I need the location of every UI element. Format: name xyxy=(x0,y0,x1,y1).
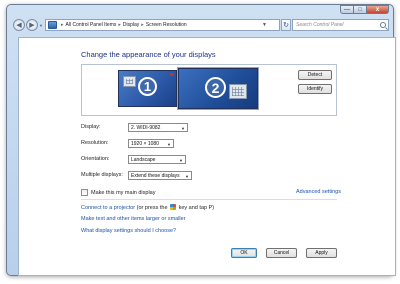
minimize-button[interactable]: — xyxy=(340,5,354,14)
monitor-number: 1 xyxy=(138,77,157,96)
maximize-button[interactable]: □ xyxy=(354,5,367,14)
monitor-thumbnail-icon xyxy=(123,76,136,87)
detect-button[interactable]: Detect xyxy=(298,70,332,80)
orientation-value: Landscape xyxy=(131,156,156,163)
multiple-displays-label: Multiple displays: xyxy=(81,172,123,178)
orientation-select[interactable]: Landscape ▼ xyxy=(128,155,186,164)
text-size-link[interactable]: Make text and other items larger or smal… xyxy=(81,216,186,222)
projector-hint: (or press the xyxy=(136,205,168,211)
breadcrumb-separator[interactable]: ▸ xyxy=(118,22,121,28)
apply-button[interactable]: Apply xyxy=(306,248,337,258)
display-select[interactable]: 2. WIDI-9082 ▼ xyxy=(128,123,188,132)
search-input[interactable]: Search Control Panel xyxy=(292,19,389,31)
close-button[interactable]: x xyxy=(367,5,389,14)
dropdown-arrow-icon: ▼ xyxy=(181,126,185,131)
main-display-row: Make this my main display xyxy=(81,189,156,196)
display-label: Display: xyxy=(81,124,101,130)
monitor-2[interactable]: 2 xyxy=(177,67,259,110)
monitor-number: 2 xyxy=(205,77,226,98)
projector-hint-key: key and tap P) xyxy=(178,205,215,211)
content-pane: Change the appearance of your displays 1… xyxy=(18,37,396,276)
identify-button[interactable]: Identify xyxy=(298,84,332,94)
control-panel-icon xyxy=(48,21,57,29)
dropdown-arrow-icon: ▼ xyxy=(185,174,189,179)
address-bar[interactable]: ▸ All Control Panel Items ▸ Display ▸ Sc… xyxy=(45,19,280,31)
display-settings-help-link[interactable]: What display settings should I choose? xyxy=(81,228,176,234)
search-placeholder: Search Control Panel xyxy=(296,22,344,28)
projector-line: Connect to a projector (or press the key… xyxy=(81,204,214,211)
navigation-bar: ◀ ▶ ▼ ▸ All Control Panel Items ▸ Displa… xyxy=(11,18,391,32)
window-frame: — □ x ◀ ▶ ▼ ▸ All Control Panel Items ▸ … xyxy=(6,4,396,276)
cancel-button[interactable]: Cancel xyxy=(266,248,297,258)
back-arrow-icon[interactable]: ◀ xyxy=(13,19,25,31)
connect-projector-link[interactable]: Connect to a projector xyxy=(81,205,135,211)
monitor-thumbnail-icon xyxy=(229,84,247,99)
breadcrumb-separator[interactable]: ▸ xyxy=(141,22,144,28)
breadcrumb-separator[interactable]: ▸ xyxy=(61,22,64,28)
chevron-down-icon[interactable]: ▼ xyxy=(262,22,267,28)
monitor-corner-icon xyxy=(170,73,174,76)
resolution-label: Resolution: xyxy=(81,140,109,146)
orientation-label: Orientation: xyxy=(81,156,110,162)
multiple-displays-value: Extend these displays xyxy=(131,172,180,179)
search-icon[interactable] xyxy=(380,22,386,28)
main-display-checkbox[interactable] xyxy=(81,189,88,196)
advanced-settings-link[interactable]: Advanced settings xyxy=(296,189,341,195)
resolution-value: 1920 × 1080 xyxy=(131,140,159,147)
resolution-select[interactable]: 1920 × 1080 ▼ xyxy=(128,139,174,148)
windows-key-icon xyxy=(170,204,177,210)
recent-pages-dropdown[interactable]: ▼ xyxy=(39,23,43,28)
breadcrumb-all-items[interactable]: All Control Panel Items xyxy=(66,22,117,28)
dropdown-arrow-icon: ▼ xyxy=(179,158,183,163)
refresh-icon[interactable]: ↻ xyxy=(281,19,291,31)
page-title: Change the appearance of your displays xyxy=(81,50,216,59)
monitor-1[interactable]: 1 xyxy=(118,70,177,107)
multiple-displays-select[interactable]: Extend these displays ▼ xyxy=(128,171,192,180)
display-value: 2. WIDI-9082 xyxy=(131,124,161,131)
divider xyxy=(81,199,337,200)
window-controls: — □ x xyxy=(340,5,389,14)
breadcrumb-display[interactable]: Display xyxy=(123,22,139,28)
breadcrumb-screen-resolution[interactable]: Screen Resolution xyxy=(146,22,187,28)
dropdown-arrow-icon: ▼ xyxy=(167,142,171,147)
forward-arrow-icon[interactable]: ▶ xyxy=(26,19,38,31)
ok-button[interactable]: OK xyxy=(231,248,257,258)
main-display-label[interactable]: Make this my main display xyxy=(91,190,156,196)
